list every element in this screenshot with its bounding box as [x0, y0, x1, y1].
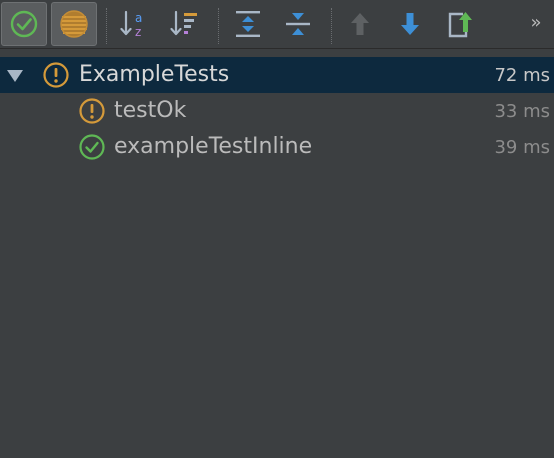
- test-duration: 33 ms: [494, 101, 550, 122]
- test-results-tree: ExampleTests 72 ms testOk 33 ms exampleT…: [0, 49, 554, 458]
- toolbar-separator: [331, 8, 332, 44]
- collapse-all-button[interactable]: [275, 2, 321, 46]
- toolbar-separator: [106, 8, 107, 44]
- passed-status-icon: [79, 134, 105, 160]
- test-row[interactable]: exampleTestInline 39 ms: [0, 129, 554, 165]
- warning-status-icon: [43, 62, 69, 88]
- show-passed-icon: [10, 10, 38, 38]
- overflow-chevron-icon: »: [530, 12, 542, 33]
- collapse-all-icon: [286, 13, 310, 35]
- show-passed-button[interactable]: [1, 2, 47, 46]
- test-suite-row[interactable]: ExampleTests 72 ms: [0, 57, 554, 93]
- show-ignored-button[interactable]: [51, 2, 97, 46]
- test-duration: 39 ms: [494, 137, 550, 158]
- sort-alphabetically-icon: a z: [120, 10, 142, 39]
- show-ignored-icon: [60, 10, 88, 38]
- toolbar-overflow-button[interactable]: »: [522, 10, 550, 36]
- sort-by-duration-button[interactable]: [162, 2, 208, 46]
- export-test-results-icon: [448, 12, 472, 38]
- expand-all-icon: [236, 11, 260, 37]
- toolbar-separator: [218, 8, 219, 44]
- test-name: testOk: [114, 98, 187, 123]
- next-failed-test-button[interactable]: [387, 2, 433, 46]
- test-name: exampleTestInline: [114, 134, 313, 159]
- previous-failed-test-icon: [351, 13, 369, 35]
- svg-text:a: a: [135, 11, 142, 25]
- test-duration: 72 ms: [494, 65, 550, 86]
- svg-text:z: z: [135, 25, 141, 39]
- test-suite-name: ExampleTests: [79, 62, 230, 87]
- export-test-results-button[interactable]: [437, 2, 483, 46]
- sort-alphabetically-button[interactable]: a z: [112, 2, 158, 46]
- expanded-arrow-icon[interactable]: [6, 69, 24, 83]
- test-row[interactable]: testOk 33 ms: [0, 93, 554, 129]
- next-failed-test-icon: [401, 13, 419, 35]
- test-runner-toolbar: a z »: [0, 0, 554, 49]
- expand-all-button[interactable]: [225, 2, 271, 46]
- sort-by-duration-icon: [170, 10, 197, 36]
- warning-status-icon: [79, 98, 105, 124]
- previous-failed-test-button[interactable]: [337, 2, 383, 46]
